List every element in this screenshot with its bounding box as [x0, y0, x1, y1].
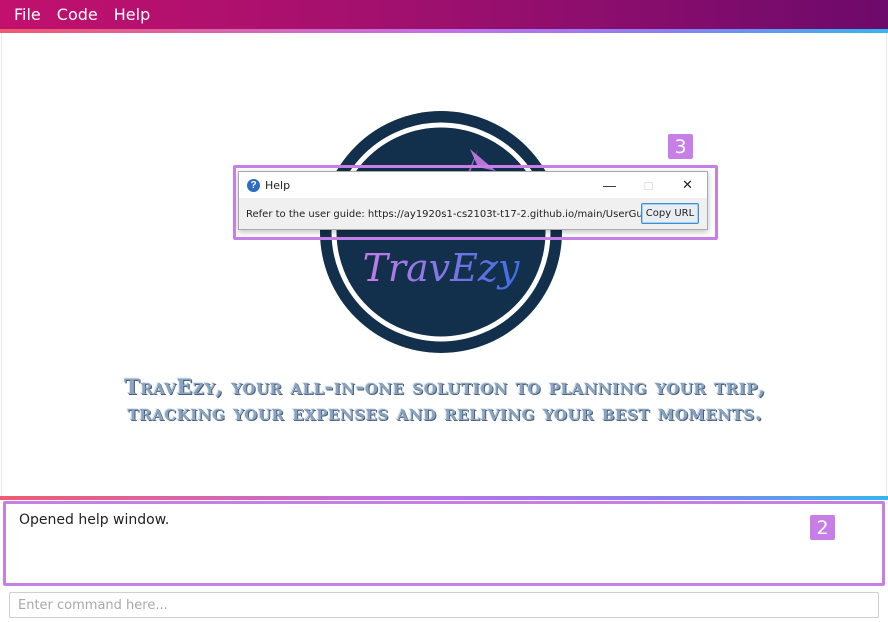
command-input[interactable]: [9, 592, 879, 618]
menu-bar: File Code Help: [0, 0, 888, 29]
middle-accent-stripe: [0, 496, 888, 500]
tagline-line-2: tracking your expenses and reliving your…: [127, 400, 763, 425]
menu-file[interactable]: File: [6, 5, 49, 24]
logo-text: TravEzy: [363, 246, 520, 290]
menu-code[interactable]: Code: [49, 5, 106, 24]
callout-badge-2: 2: [810, 515, 835, 540]
tagline: TravEzy, your all-in-one solution to pla…: [60, 374, 830, 426]
callout-box-help-dialog: [233, 165, 718, 240]
menu-help[interactable]: Help: [106, 5, 158, 24]
tagline-line-1: TravEzy, your all-in-one solution to pla…: [124, 374, 766, 399]
callout-badge-3: 3: [668, 134, 693, 159]
callout-box-result-display: [3, 501, 885, 586]
